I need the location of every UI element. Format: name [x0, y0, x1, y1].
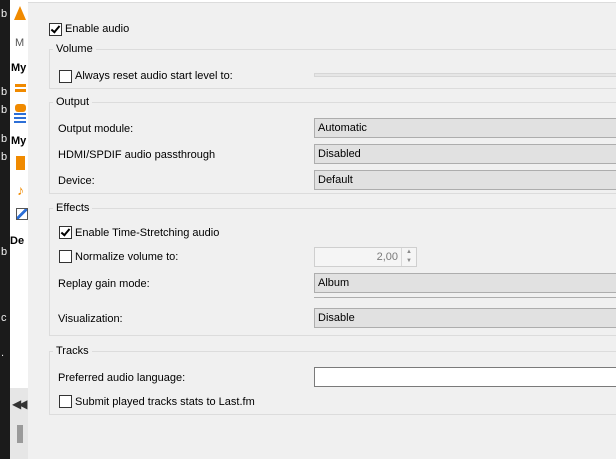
passthrough-select[interactable]: Disabled — [314, 144, 616, 164]
effects-group-title: Effects — [53, 202, 93, 215]
vlc-cone-icon — [14, 6, 26, 20]
picture-icon — [16, 208, 28, 220]
panel-top-border — [28, 0, 616, 3]
video-icon — [16, 156, 25, 170]
strip-text: b — [1, 104, 8, 116]
output-group-title: Output — [53, 96, 93, 109]
preferred-language-input[interactable] — [314, 367, 616, 387]
reset-audio-level-checkbox[interactable] — [59, 70, 72, 83]
strip-text: My — [11, 62, 27, 74]
audio-start-level-slider[interactable] — [314, 73, 616, 77]
tracks-group-title: Tracks — [53, 345, 92, 358]
output-module-select[interactable]: Automatic — [314, 118, 616, 138]
strip-text: b — [1, 246, 8, 258]
audio-preferences-panel: Enable audio Volume Always reset audio s… — [28, 0, 616, 459]
visualization-select[interactable]: Disable — [314, 308, 616, 328]
device-label: Device: — [58, 175, 95, 187]
strip-text: My — [11, 135, 27, 147]
strip-text: b — [1, 151, 8, 163]
music-note-icon: ♪ — [17, 182, 24, 198]
normalize-volume-label: Normalize volume to: — [75, 251, 179, 263]
output-module-label: Output module: — [58, 123, 134, 135]
volume-group — [49, 49, 616, 89]
volume-group-title: Volume — [53, 43, 96, 56]
strip-text: M — [15, 37, 25, 49]
normalize-level-spinbox[interactable]: 2,00 ▲ ▼ — [314, 247, 417, 267]
replay-gain-select[interactable]: Album — [314, 273, 616, 293]
strip-text: b — [1, 86, 8, 98]
film-icon — [14, 113, 26, 125]
strip-text: b — [1, 133, 8, 145]
enable-audio-label: Enable audio — [65, 23, 130, 35]
strip-text: c — [1, 312, 7, 324]
replay-gain-slider-track — [314, 297, 616, 298]
normalize-level-value: 2,00 — [376, 251, 398, 263]
visualization-label: Visualization: — [58, 313, 123, 325]
playlist-icon — [15, 89, 26, 92]
passthrough-label: HDMI/SPDIF audio passthrough — [58, 149, 216, 161]
time-stretching-label: Enable Time-Stretching audio — [75, 227, 220, 239]
spin-arrows-icon[interactable]: ▲ ▼ — [401, 248, 416, 266]
lastfm-label: Submit played tracks stats to Last.fm — [75, 396, 255, 408]
reset-audio-level-label: Always reset audio start level to: — [75, 70, 233, 82]
playlist-icon — [15, 84, 26, 87]
device-select[interactable]: Default — [314, 170, 616, 190]
volume-slider-stub[interactable] — [17, 425, 23, 443]
background-window-edge — [0, 0, 10, 459]
strip-text: De — [10, 235, 25, 247]
enable-audio-checkbox[interactable] — [49, 23, 62, 36]
normalize-volume-checkbox[interactable] — [59, 250, 72, 263]
lastfm-checkbox[interactable] — [59, 395, 72, 408]
time-stretching-checkbox[interactable] — [59, 226, 72, 239]
strip-text: b — [1, 8, 8, 20]
media-icon — [15, 104, 26, 112]
strip-text: . — [1, 347, 5, 359]
background-window-strip: b M My b b b My b ♪ De b c . ◀◀ — [0, 0, 28, 459]
rewind-icon[interactable]: ◀◀ — [12, 397, 28, 411]
preferred-language-label: Preferred audio language: — [58, 372, 186, 384]
replay-gain-label: Replay gain mode: — [58, 278, 150, 290]
